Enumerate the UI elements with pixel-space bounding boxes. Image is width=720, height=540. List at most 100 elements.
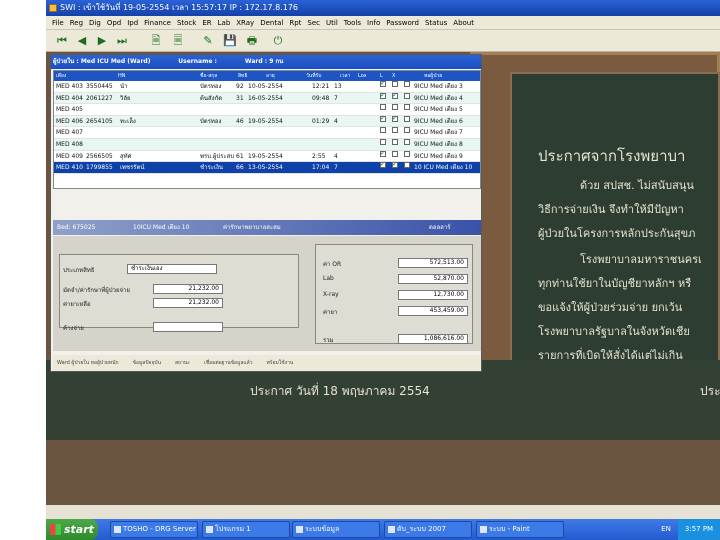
table-row[interactable]: MED 407 9ICU Med เตียง 7 [54,127,480,139]
menu-item-file[interactable]: File [52,19,64,27]
menu-item-util[interactable]: Util [326,19,338,27]
cell-los: 7 [334,94,338,102]
last-icon[interactable]: ⏭ [114,33,130,49]
cost-field-value[interactable]: 453,459.00 [398,306,468,316]
l-checkbox[interactable] [380,92,386,99]
menu-item-status[interactable]: Status [425,19,447,27]
cell-right: บัตรทอง [200,117,222,125]
menu-item-dig[interactable]: Dig [89,19,101,27]
start-button[interactable]: start [46,519,98,540]
menu-item-sec[interactable]: Sec [307,19,320,27]
cost-field-value[interactable]: 12,730.00 [398,290,468,300]
edit-icon[interactable]: ✎ [200,33,216,49]
cell-los: 4 [334,152,338,160]
x-checkbox[interactable] [392,162,398,169]
grid-header-cell: หอผู้ป่วย [424,73,443,79]
select-checkbox[interactable] [404,92,410,99]
grid-header-cell: L [380,73,383,79]
cell-admit: 19-05-2554 [248,117,283,125]
l-checkbox[interactable] [380,162,386,169]
cost-field-label: ค่ายา [323,309,338,316]
bed-grid[interactable]: เตียง HN ชื่อ-สกุล สิทธิ อายุ วันที่รับ เวลา Lo… [53,70,481,189]
select-checkbox[interactable] [404,127,410,134]
cell-time: 17:04 [312,164,330,172]
x-checkbox[interactable] [392,139,398,145]
select-checkbox[interactable] [404,139,410,145]
taskbar-button[interactable]: ระบบ - Paint [476,521,564,538]
table-row[interactable]: MED 404 2061227 วิลัย ต้นสังกัด 31 16-05-2554… [54,92,480,105]
status-text: พร้อมใช้งาน [266,360,294,366]
select-checkbox[interactable] [404,81,410,87]
panel-header-text: Bed: 675025 [57,224,96,231]
taskbar-button-label: ระบบ - Paint [489,525,530,533]
cell-admit: 13-05-2554 [248,164,283,172]
select-checkbox[interactable] [404,115,410,122]
l-checkbox[interactable] [380,104,386,111]
l-checkbox[interactable] [380,115,386,122]
save-icon[interactable]: 💾 [222,33,238,49]
cell-time: 12:21 [312,83,330,90]
menu-item-password[interactable]: Password [386,19,419,27]
table-row[interactable]: MED 409 2566505 สุทัศ พรบ.ผู้ประสบ 61 19-05-2… [54,150,480,163]
cell-ward: 10 ICU Med เตียง 10 [414,164,473,172]
first-icon[interactable]: ⏮ [54,33,70,49]
payment-field-value[interactable]: 21,232.00 [153,284,223,294]
cell-los: 13 [334,83,342,90]
table-row[interactable]: MED 410 1799855 เพชรรัตน์ ชำระเงิน 66 13-05-2… [54,162,480,174]
x-checkbox[interactable] [392,150,398,157]
cell-ward: 9ICU Med เตียง 7 [414,129,463,137]
language-indicator[interactable]: EN [658,519,674,540]
list-document-icon[interactable]: 🗏 [170,33,186,49]
payment-field-value[interactable]: ชำระเงินเอง [127,264,217,274]
window-icon [388,526,395,533]
select-checkbox[interactable] [404,104,410,111]
new-document-icon[interactable]: 🗎 [148,33,164,49]
grid-header-cell: ชื่อ-สกุล [200,73,218,79]
menu-item-about[interactable]: About [453,19,474,27]
system-tray-clock: 3:57 PM [678,519,720,540]
taskbar-button[interactable]: TOSHO - DRG Server [110,521,198,538]
taskbar-button[interactable]: ระบบข้อมูล [292,521,380,538]
x-checkbox[interactable] [392,92,398,99]
menu-item-opd[interactable]: Opd [107,19,121,27]
menu-item-rpt[interactable]: Rpt [289,19,301,27]
cost-field-value[interactable]: 572,513.00 [398,258,468,268]
menu-item-dental[interactable]: Dental [260,19,283,27]
menu-item-lab[interactable]: Lab [218,19,231,27]
menu-item-info[interactable]: Info [367,19,380,27]
x-checkbox[interactable] [392,127,398,134]
x-checkbox[interactable] [392,81,398,87]
menu-item-stock[interactable]: Stock [177,19,196,27]
l-checkbox[interactable] [380,81,386,87]
board-bottom-rail [46,440,720,505]
x-checkbox[interactable] [392,115,398,122]
menu-item-xray[interactable]: XRay [236,19,254,27]
taskbar-button[interactable]: โปรแกรม 1 [202,521,290,538]
table-row[interactable]: MED 406 2654105 ทะเล็ง บัตรทอง 46 19-05-2554 0… [54,115,480,128]
select-checkbox[interactable] [404,162,410,169]
menu-item-tools[interactable]: Tools [344,19,361,27]
cost-field-value[interactable]: 52,870.00 [398,274,468,284]
menu-item-reg[interactable]: Reg [70,19,83,27]
l-checkbox[interactable] [380,139,386,145]
l-checkbox[interactable] [380,127,386,134]
taskbar-button[interactable]: ดับ_ระบบ 2007 [384,521,472,538]
table-row[interactable]: MED 408 9ICU Med เตียง 8 [54,139,480,151]
menu-item-er[interactable]: ER [202,19,211,27]
table-row[interactable]: MED 405 9ICU Med เตียง 5 [54,104,480,116]
select-checkbox[interactable] [404,150,410,157]
print-icon[interactable]: 🖶 [244,33,260,49]
table-row[interactable]: MED 403 3550445 นำ บัตรทอง 92 10-05-2554 12:21… [54,81,480,93]
payment-field-value[interactable]: 21,232.00 [153,298,223,308]
prev-icon[interactable]: ◀ [74,33,90,49]
payment-field-value[interactable] [153,322,223,332]
menu-item-finance[interactable]: Finance [144,19,171,27]
cost-field-value[interactable]: 1,086,616.00 [398,334,468,344]
menu-item-ipd[interactable]: Ipd [127,19,138,27]
exit-icon[interactable]: ⏻ [270,33,286,49]
next-icon[interactable]: ▶ [94,33,110,49]
l-checkbox[interactable] [380,150,386,157]
patient-panel-header: Bed: 675025 10ICU Med เตียง 10 ค่ารักษาพยา… [53,220,481,235]
app-icon [49,4,57,12]
x-checkbox[interactable] [392,104,398,111]
